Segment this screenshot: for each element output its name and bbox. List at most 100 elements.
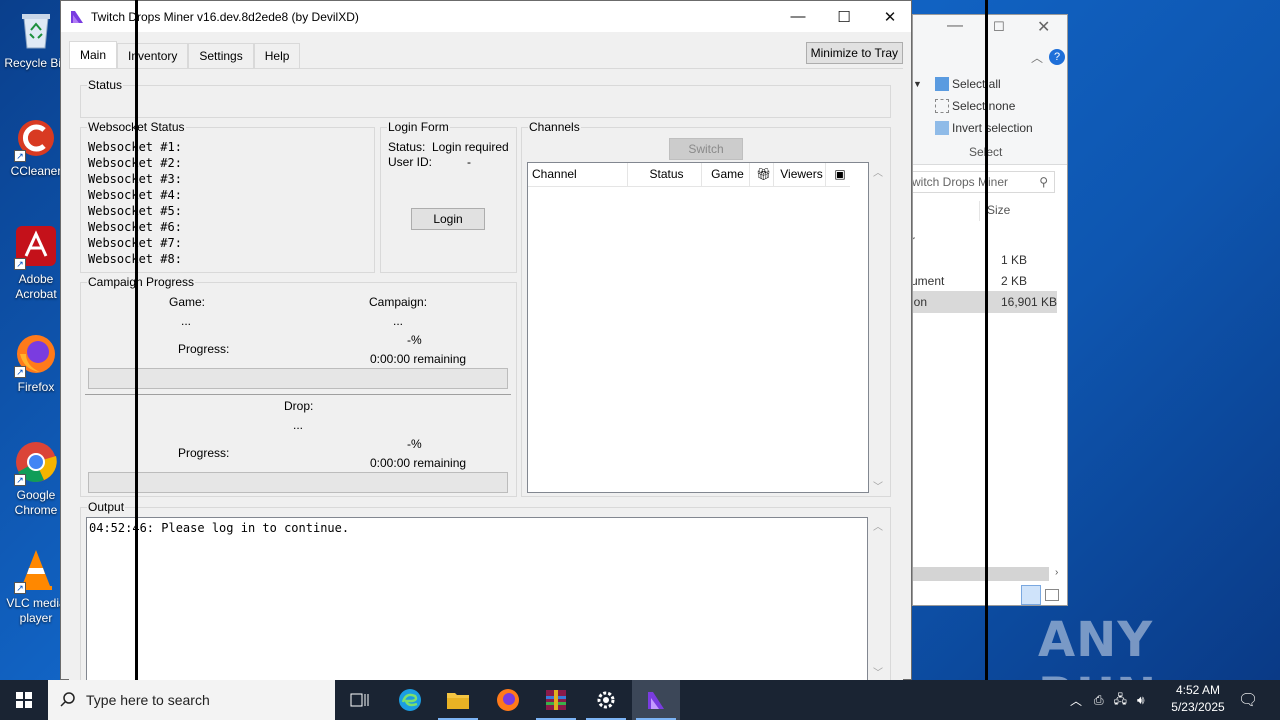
select-none-icon [935,99,949,113]
campaign-label: Campaign: [369,295,428,309]
maximize-button[interactable]: ☐ [821,1,867,32]
vlc-icon: ↗ [14,548,58,594]
file-row-size: 2 KB [1001,274,1028,288]
thumbnail-view-icon[interactable] [1045,589,1059,601]
winrar-icon [546,690,566,710]
column-channel[interactable]: Channel [528,163,628,187]
size-column-header[interactable]: Size [987,203,1010,217]
task-view-button[interactable] [336,680,384,720]
output-log[interactable]: 04:52:46: Please log in to continue. [86,517,868,682]
app-logo-icon [71,10,83,23]
channels-list[interactable]: Channel Status Game 🎁︎ Viewers ▣ [527,162,869,493]
search-icon [60,692,75,707]
taskbar-file-explorer[interactable] [434,680,482,720]
taskbar-firefox[interactable] [484,680,532,720]
status-group: Status [80,77,891,118]
select-none-button[interactable]: Select none [935,99,1015,113]
file-explorer-window[interactable]: — ☐ ✕ ︿ ? ▼ Select all Select none Inver… [912,14,1068,606]
select-all-button[interactable]: Select all [935,77,1001,91]
column-viewers[interactable]: Viewers [774,163,826,187]
column-acl[interactable]: ▣ [826,163,850,187]
column-game[interactable]: Game [702,163,750,187]
twitch-drops-miner-icon [648,692,664,709]
invert-selection-label: Invert selection [952,121,1033,135]
campaign-progress-label: Progress: [178,342,230,356]
windows-icon [16,692,32,708]
details-view-icon[interactable] [1021,585,1041,605]
column-gift[interactable]: 🎁︎ [750,163,774,187]
twitch-drops-miner-window[interactable]: Twitch Drops Miner v16.dev.8d2ede8 (by D… [60,0,912,682]
invert-selection-button[interactable]: Invert selection [935,121,1033,135]
desktop-icon-label: CCleaner [10,164,62,178]
explorer-search-input[interactable]: witch Drops Miner ⚲ [913,171,1055,193]
close-icon[interactable]: ✕ [1037,17,1050,37]
window-title: Twitch Drops Miner v16.dev.8d2ede8 (by D… [91,9,359,24]
chevron-up-icon[interactable]: ︿ [1070,692,1082,709]
help-icon[interactable]: ? [1049,49,1065,65]
desktop-icon-firefox[interactable]: ↗ Firefox [4,332,68,395]
gear-icon [597,691,615,709]
desktop-icon-chrome[interactable]: ↗ Google Chrome [4,440,68,518]
login-button[interactable]: Login [411,208,485,230]
tab-help[interactable]: Help [253,43,301,69]
select-all-icon [935,77,949,91]
desktop-icon-label: Google Chrome [14,488,58,517]
drop-label: Drop: [284,399,314,413]
task-view-icon [350,693,369,707]
desktop-icon-ccleaner[interactable]: ↗ CCleaner [4,116,68,179]
taskbar-clock[interactable]: 4:52 AM 5/23/2025 [1162,682,1234,716]
taskbar-edge[interactable] [386,680,434,720]
file-row-name[interactable]: ument [913,274,944,288]
tab-main[interactable]: Main [69,41,118,69]
desktop-icon-label: Firefox [17,380,55,394]
start-button[interactable] [0,680,48,720]
maximize-icon[interactable]: ☐ [993,19,1005,35]
minimize-to-tray-button[interactable]: Minimize to Tray [805,42,903,64]
volume-icon[interactable]: 🔊︎ [1137,693,1145,708]
drop-progress-bar [88,472,508,493]
scroll-right-icon[interactable]: › [1055,567,1058,578]
tab-settings[interactable]: Settings [188,43,254,69]
adobe-acrobat-icon: ↗ [14,224,58,270]
desktop-icon-adobe-acrobat[interactable]: ↗ Adobe Acrobat [4,224,68,302]
gift-icon: 🎁︎ [755,167,772,181]
scroll-down-icon[interactable]: ﹀ [873,664,883,679]
output-line: 04:52:46: Please log in to continue. [89,521,350,535]
tab-inventory[interactable]: Inventory [117,43,189,69]
folder-icon [447,693,469,709]
clock-time: 4:52 AM [1175,683,1221,697]
scroll-up-icon[interactable]: ︿ [873,518,883,533]
file-row-name[interactable]: ion [913,295,927,309]
channels-legend: Channels [528,119,581,135]
campaign-progress-legend: Campaign Progress [87,274,196,290]
horizontal-scrollbar[interactable] [913,567,1049,581]
taskbar-winrar[interactable] [532,680,580,720]
network-icon[interactable]: 🖧︎ [1114,690,1127,711]
select-all-label: Select all [952,77,1001,91]
taskbar-settings[interactable] [582,680,630,720]
file-row-name[interactable]: r [913,233,915,247]
column-divider [979,201,980,221]
scroll-up-icon[interactable]: ︿ [873,164,883,179]
output-group: Output 04:52:46: Please log in to contin… [80,499,891,682]
notifications-button[interactable]: 🗨︎ [1238,680,1258,720]
notification-icon: 🗨︎ [1238,692,1259,709]
desktop-icon-label: Adobe Acrobat [15,272,57,301]
taskbar-twitch-drops-miner[interactable] [632,680,680,720]
desktop-icon-vlc[interactable]: ↗ VLC media player [4,548,68,626]
channels-group: Channels Switch Channel Status Game 🎁︎ V… [521,119,891,497]
desktop-icon-recycle-bin[interactable]: Recycle Bin [4,8,68,71]
output-legend: Output [87,499,126,515]
column-status[interactable]: Status [628,163,702,187]
minimize-button[interactable]: — [775,1,821,32]
scroll-down-icon[interactable]: ﹀ [873,478,883,493]
recycle-bin-icon [14,8,58,52]
taskbar-search-box[interactable]: Type here to search [48,680,335,720]
close-button[interactable]: ✕ [867,1,913,32]
minimize-icon[interactable]: — [947,17,963,35]
switch-button[interactable]: Switch [669,138,743,160]
game-label: Game: [169,295,206,309]
chevron-up-icon[interactable]: ︿ [1031,49,1043,66]
title-bar[interactable]: Twitch Drops Miner v16.dev.8d2ede8 (by D… [61,1,911,32]
usb-device-icon[interactable]: ⎙ [1094,693,1104,708]
